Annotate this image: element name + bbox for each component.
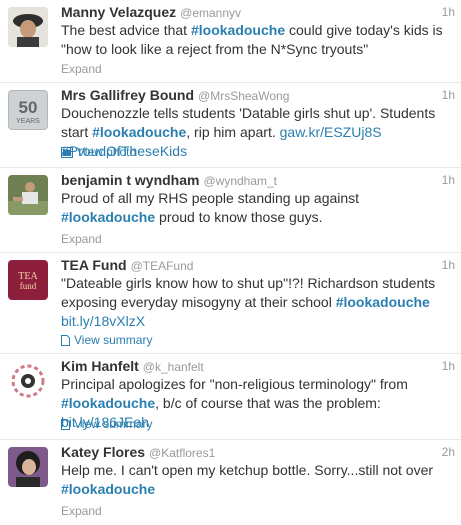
url-link[interactable]: gaw.kr/ESZUj8S [280, 124, 382, 140]
photo-icon [61, 147, 73, 161]
tweet-header: Katey Flores @Katflores1 [61, 444, 455, 460]
avatar-subtext: fund [20, 281, 37, 291]
user-name[interactable]: Mrs Gallifrey Bound [61, 87, 194, 103]
tweet-time[interactable]: 1h [442, 359, 455, 373]
tweet-header: Mrs Gallifrey Bound @MrsSheaWong [61, 87, 455, 103]
expand-link[interactable]: Expand [61, 232, 102, 246]
avatar[interactable]: 50 YEARS [8, 90, 48, 130]
tweet-header: Kim Hanfelt @k_hanfelt [61, 358, 455, 374]
user-handle[interactable]: @k_hanfelt [143, 360, 204, 374]
tweet-time[interactable]: 1h [442, 5, 455, 19]
tweet-text: "Dateable girls know how to shut up"!?! … [61, 274, 443, 331]
tweet-text: Help me. I can't open my ketchup bottle.… [61, 461, 443, 499]
tweet-item[interactable]: Kim Hanfelt @k_hanfelt 1h Principal apolo… [0, 354, 461, 440]
avatar-subtext: YEARS [16, 118, 40, 125]
tweet-header: benjamin t wyndham @wyndham_t [61, 172, 455, 188]
user-handle[interactable]: @TEAFund [131, 259, 194, 273]
hashtag-link[interactable]: #lookadouche [92, 124, 186, 140]
tweet-time[interactable]: 1h [442, 88, 455, 102]
text-segment: Proud of all my RHS people standing up a… [61, 190, 360, 206]
action-label: View photo [77, 145, 137, 159]
avatar[interactable] [8, 447, 48, 487]
avatar[interactable] [8, 7, 48, 47]
action-label: View summary [74, 333, 153, 347]
hashtag-link[interactable]: #lookadouche [61, 209, 155, 225]
text-segment: The best advice that [61, 22, 191, 38]
user-handle[interactable]: @emannyv [180, 6, 241, 20]
avatar[interactable] [8, 361, 48, 401]
tweet-time[interactable]: 1h [442, 173, 455, 187]
tweet-time[interactable]: 1h [442, 258, 455, 272]
tweet-text: The best advice that #lookadouche could … [61, 21, 443, 59]
tweet-item[interactable]: Katey Flores @Katflores1 2h Help me. I ca… [0, 440, 461, 525]
tweet-item[interactable]: Manny Velazquez @emannyv 1h The best advi… [0, 0, 461, 83]
hashtag-link[interactable]: #lookadouche [336, 294, 430, 310]
avatar[interactable]: TEA fund [8, 260, 48, 300]
user-name[interactable]: TEA Fund [61, 257, 127, 273]
summary-icon [61, 335, 70, 349]
summary-icon [61, 419, 70, 433]
hashtag-link[interactable]: #lookadouche [61, 395, 155, 411]
user-name[interactable]: Kim Hanfelt [61, 358, 139, 374]
user-name[interactable]: Katey Flores [61, 444, 145, 460]
hashtag-link[interactable]: #lookadouche [61, 481, 155, 497]
user-handle[interactable]: @Katflores1 [149, 446, 215, 460]
user-handle[interactable]: @wyndham_t [203, 174, 277, 188]
tweet-header: TEA Fund @TEAFund [61, 257, 455, 273]
expand-link[interactable]: Expand [61, 62, 102, 76]
view-summary-link[interactable]: View summary [61, 417, 152, 433]
tweet-header: Manny Velazquez @emannyv [61, 4, 455, 20]
tweet-text: Proud of all my RHS people standing up a… [61, 189, 443, 227]
view-photo-link[interactable]: View photo [61, 145, 136, 161]
tweet-item[interactable]: TEA fund TEA Fund @TEAFund 1h "Dateable g… [0, 253, 461, 354]
text-segment: , b/c of course that was the problem: [155, 395, 381, 411]
user-name[interactable]: benjamin t wyndham [61, 172, 199, 188]
text-segment: Help me. I can't open my ketchup bottle.… [61, 462, 434, 478]
text-segment: , rip him apart. [186, 124, 280, 140]
tweet-item[interactable]: benjamin t wyndham @wyndham_t 1h Proud of… [0, 168, 461, 253]
action-label: View summary [74, 417, 153, 431]
user-name[interactable]: Manny Velazquez [61, 4, 176, 20]
text-segment: Principal apologizes for "non-religious … [61, 376, 408, 392]
hashtag-link[interactable]: #lookadouche [191, 22, 285, 38]
tweet-feed: Manny Velazquez @emannyv 1h The best advi… [0, 0, 461, 525]
text-segment: proud to know those guys. [155, 209, 323, 225]
url-link[interactable]: bit.ly/18vXlzX [61, 313, 145, 329]
tweet-item[interactable]: 50 YEARS Mrs Gallifrey Bound @MrsSheaWong… [0, 83, 461, 168]
view-summary-link[interactable]: View summary [61, 333, 152, 349]
tweet-time[interactable]: 2h [442, 445, 455, 459]
user-handle[interactable]: @MrsSheaWong [198, 89, 289, 103]
avatar-text: 50 [19, 98, 38, 117]
avatar[interactable] [8, 175, 48, 215]
expand-link[interactable]: Expand [61, 504, 102, 518]
